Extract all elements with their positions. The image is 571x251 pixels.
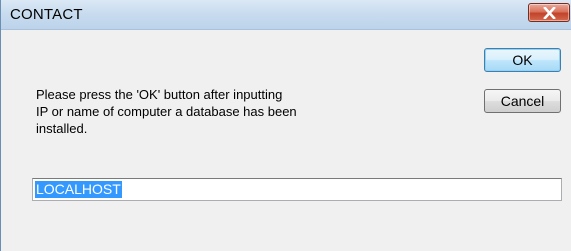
- window-title: CONTACT: [10, 6, 83, 23]
- close-icon: [543, 7, 556, 19]
- selected-input-text: LOCALHOST: [35, 181, 122, 198]
- computer-name-input[interactable]: LOCALHOST: [32, 178, 562, 201]
- ok-button[interactable]: OK: [484, 48, 561, 72]
- instruction-text: Please press the 'OK' button after input…: [36, 87, 297, 136]
- title-bar[interactable]: CONTACT: [1, 0, 571, 30]
- close-button[interactable]: [528, 3, 570, 22]
- contact-dialog-window: CONTACT Please press the 'OK' button aft…: [0, 0, 571, 251]
- cancel-button[interactable]: Cancel: [484, 89, 561, 113]
